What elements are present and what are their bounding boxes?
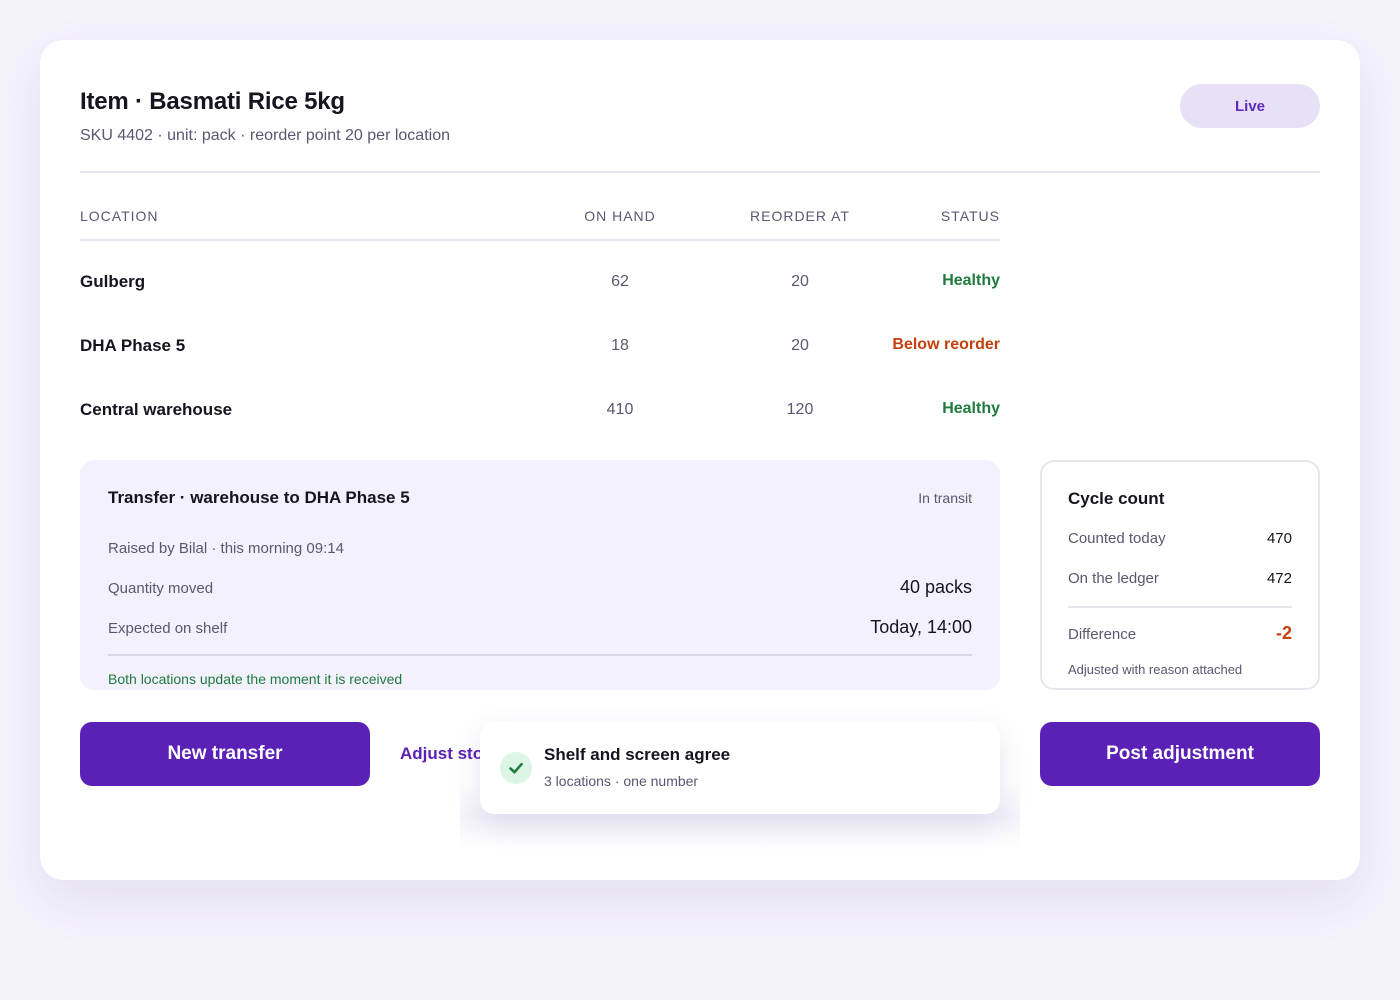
expected-on-shelf-value: Today, 14:00 xyxy=(870,617,972,637)
cycle-count-panel: Cycle count Counted today 470 On the led… xyxy=(1040,460,1320,690)
table-header-divider xyxy=(80,239,1000,241)
check-icon xyxy=(500,752,532,784)
toast-title: Shelf and screen agree xyxy=(544,745,731,764)
difference-label: Difference xyxy=(1068,626,1137,643)
on-hand-value: 410 xyxy=(606,401,634,418)
column-header-status: STATUS xyxy=(940,208,1000,224)
transfer-status: In transit xyxy=(918,490,972,506)
counted-today-label: Counted today xyxy=(1068,530,1166,547)
live-status-badge: Live xyxy=(1180,84,1320,128)
transfer-note: Both locations update the moment it is r… xyxy=(108,671,403,687)
reorder-at-value: 20 xyxy=(791,273,809,290)
on-hand-value: 18 xyxy=(611,337,629,354)
counted-today-value: 470 xyxy=(1266,530,1292,547)
status-label: Below reorder xyxy=(892,336,1000,353)
page-subtitle: SKU 4402 · unit: pack · reorder point 20… xyxy=(80,127,450,144)
on-ledger-label: On the ledger xyxy=(1068,570,1159,587)
column-header-on-hand: ON HAND xyxy=(584,208,656,224)
reorder-at-value: 120 xyxy=(786,401,814,418)
table-row[interactable]: DHA Phase 5 18 20 Below reorder xyxy=(80,326,1000,366)
header-divider xyxy=(80,171,1320,173)
cycle-count-title: Cycle count xyxy=(1068,489,1165,508)
on-ledger-value: 472 xyxy=(1266,570,1292,587)
page-title: Item · Basmati Rice 5kg xyxy=(80,88,345,115)
item-card: Item · Basmati Rice 5kg SKU 4402 · unit:… xyxy=(40,40,1360,880)
on-hand-value: 62 xyxy=(611,273,629,290)
new-transfer-button[interactable]: New transfer xyxy=(80,722,370,786)
column-header-location: LOCATION xyxy=(80,208,159,224)
table-row[interactable]: Central warehouse 410 120 Healthy xyxy=(80,390,1000,430)
transfer-raised-by: Raised by Bilal · this morning 09:14 xyxy=(108,540,344,557)
transfer-title: Transfer · warehouse to DHA Phase 5 xyxy=(108,488,410,507)
table-row[interactable]: Gulberg 62 20 Healthy xyxy=(80,262,1000,302)
transfer-panel: Transfer · warehouse to DHA Phase 5 In t… xyxy=(80,460,1000,690)
reorder-at-value: 20 xyxy=(791,337,809,354)
toast-subtitle: 3 locations · one number xyxy=(544,773,699,789)
status-label: Healthy xyxy=(942,272,1000,289)
difference-value: -2 xyxy=(1275,623,1292,643)
cycle-note: Adjusted with reason attached xyxy=(1068,662,1243,677)
success-toast: Shelf and screen agree 3 locations · one… xyxy=(480,722,1000,814)
location-name: Gulberg xyxy=(80,272,146,291)
location-name: DHA Phase 5 xyxy=(80,336,186,355)
location-name: Central warehouse xyxy=(80,400,233,419)
quantity-moved-value: 40 packs xyxy=(899,577,972,597)
post-adjustment-button[interactable]: Post adjustment xyxy=(1040,722,1320,786)
expected-on-shelf-label: Expected on shelf xyxy=(108,620,228,637)
quantity-moved-label: Quantity moved xyxy=(108,580,214,597)
transfer-divider xyxy=(108,654,972,656)
status-label: Healthy xyxy=(942,400,1000,417)
cycle-divider xyxy=(1068,606,1292,608)
